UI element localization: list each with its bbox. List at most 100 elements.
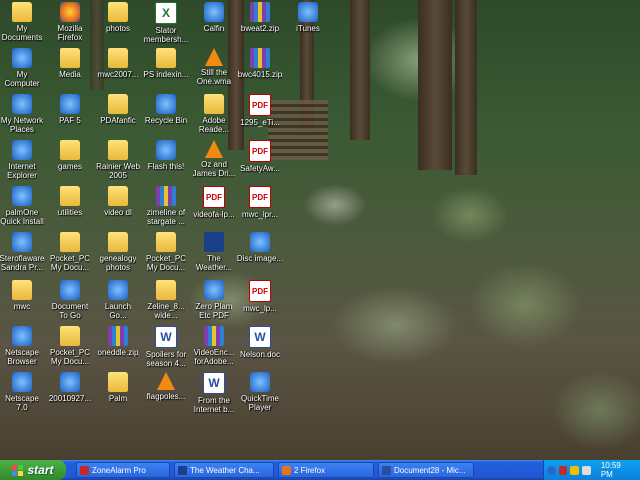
desktop-icon-label: Palm xyxy=(108,394,128,403)
folder-icon xyxy=(108,140,128,160)
zip-icon xyxy=(108,326,128,346)
google-earth-icon xyxy=(108,280,128,300)
desktop-icon-label: Internet Explorer xyxy=(7,162,37,180)
folder-icon xyxy=(108,186,128,206)
folder-icon xyxy=(204,94,224,114)
taskbar-button-label: 2 Firefox xyxy=(294,465,326,475)
tree-trunk xyxy=(418,0,452,170)
folder-icon xyxy=(108,2,128,22)
desktop-icon[interactable]: W Nelson.doc xyxy=(232,326,288,359)
pdf-icon: PDF xyxy=(249,94,271,116)
zonealarm-tray-icon[interactable] xyxy=(558,465,568,475)
desktop-icon-label: mwc_lp... xyxy=(243,304,277,313)
palmone-icon xyxy=(12,186,32,206)
taskbar-button[interactable]: ZoneAlarm Pro xyxy=(76,462,170,478)
desktop-icon-label: The Weather... xyxy=(195,254,233,272)
desktop-icon-label: From the Internet b... xyxy=(193,396,235,414)
desktop-icon-label: Oz and James Dri... xyxy=(192,160,236,178)
desktop-icon-label: zimeline of stargate ... xyxy=(146,208,186,226)
tree-trunk xyxy=(455,0,477,175)
desktop-icon-label: My Network Places xyxy=(0,116,44,134)
folder-icon xyxy=(108,232,128,252)
desktop-icon[interactable]: PDF 1295_eTi... xyxy=(232,94,288,127)
desktop-icon[interactable]: PDF SafetyAw... xyxy=(232,140,288,173)
my-computer-icon xyxy=(12,48,32,68)
folder-icon xyxy=(60,48,80,68)
taskbar-app-icon xyxy=(80,465,89,475)
desktop-icon-label: oneddle.zip xyxy=(97,348,139,357)
desktop-icon-label: PS indexin... xyxy=(143,70,189,79)
volume-tray-icon[interactable] xyxy=(582,465,591,475)
pdf-icon: PDF xyxy=(249,140,271,162)
documents-to-go-icon xyxy=(60,280,80,300)
netscape-icon xyxy=(12,372,32,392)
paf-icon xyxy=(60,94,80,114)
word-doc-icon: W xyxy=(155,326,177,348)
desktop-icon-label: bweat2.zip xyxy=(240,24,280,33)
tray-app-icon[interactable] xyxy=(570,465,580,475)
taskbar-button[interactable]: Document28 - Mic... xyxy=(378,462,474,478)
app-icon xyxy=(204,280,224,300)
desktop-icon-label: flagpoles... xyxy=(146,392,186,401)
taskbar-button[interactable]: 2 Firefox xyxy=(278,462,374,478)
desktop-icon-label: Nelson.doc xyxy=(239,350,281,359)
desktop-icon[interactable]: QuickTime Player xyxy=(232,372,288,412)
camera-icon xyxy=(60,372,80,392)
desktop-icon-label: Steroflaware Sandra Pr... xyxy=(0,254,45,272)
desktop-icon[interactable]: Disc image... xyxy=(232,232,288,263)
taskbar: start ZoneAlarm Pro The Weather Cha... 2 F… xyxy=(0,460,640,480)
sync-folder-icon xyxy=(60,232,80,252)
recycle-bin-icon xyxy=(156,94,176,114)
desktop-icon-label: SafetyAw... xyxy=(240,164,280,173)
desktop-icon-label: Pocket_PC My Docu... xyxy=(145,254,187,272)
desktop-icon-label: videofa-lp... xyxy=(193,210,235,219)
vlc-icon xyxy=(157,372,175,390)
desktop-icon-label: photos xyxy=(105,24,131,33)
start-button[interactable]: start xyxy=(0,460,66,480)
desktop-icon-label: palmOne Quick Install xyxy=(0,208,44,226)
network-tray-icon[interactable] xyxy=(546,465,556,475)
folder-icon xyxy=(108,48,128,68)
desktop-icon-label: genealogy photos xyxy=(99,254,137,272)
taskbar-button-label: The Weather Cha... xyxy=(190,465,260,475)
desktop-icon-label: Pocket_PC My Docu... xyxy=(49,254,91,272)
desktop-icon-label: Spoilers for season 4... xyxy=(145,350,187,368)
desktop-icon-label: Rainier Web 2005 xyxy=(96,162,140,180)
folder-icon xyxy=(12,280,32,300)
tree-trunk xyxy=(350,0,370,140)
windows-flag-icon xyxy=(12,464,24,476)
pdf-icon: PDF xyxy=(203,186,225,208)
sync-folder-icon xyxy=(60,326,80,346)
zip-icon xyxy=(156,186,176,206)
desktop-icon-label: Slator membersh... xyxy=(143,26,189,44)
desktop-icon[interactable]: PDF mwc_lp... xyxy=(232,280,288,313)
desktop-icon-label: Flash this! xyxy=(147,162,185,171)
weather-icon xyxy=(204,232,224,252)
desktop-icon[interactable]: PDF mwc_lpr... xyxy=(232,186,288,219)
desktop-icon-label: mwc xyxy=(13,302,31,311)
word-doc-icon: W xyxy=(249,326,271,348)
pdf-icon: PDF xyxy=(249,280,271,302)
taskbar-buttons: ZoneAlarm Pro The Weather Cha... 2 Firefox… xyxy=(72,462,474,478)
zip-icon xyxy=(250,2,270,22)
desktop-icon-label: Pocket_PC My Docu... xyxy=(49,348,91,366)
taskbar-button-label: Document28 - Mic... xyxy=(394,465,466,475)
taskbar-button[interactable]: The Weather Cha... xyxy=(174,462,274,478)
desktop-icon-label: Zeline_8... wide... xyxy=(147,302,185,320)
desktop-icon-label: iTunes xyxy=(296,24,320,33)
itunes-icon xyxy=(298,2,318,22)
desktop-icon-label: Calfin xyxy=(203,24,225,33)
word-doc-icon: W xyxy=(203,372,225,394)
desktop-icon-label: Adobe Reade... xyxy=(198,116,230,134)
excel-file-icon: X xyxy=(155,2,177,24)
app-icon xyxy=(204,2,224,22)
desktop-icon[interactable]: bwc4015.zip xyxy=(232,48,288,79)
desktop-icon-label: Disc image... xyxy=(236,254,284,263)
clock[interactable]: 10:59 PM xyxy=(601,461,634,479)
desktop-icon-label: video dl xyxy=(104,208,132,217)
desktop-icon-label: Still the One.wma xyxy=(196,68,232,86)
folder-icon xyxy=(156,48,176,68)
desktop-icon-label: Netscape Browser xyxy=(5,348,39,366)
desktop-icon[interactable]: iTunes xyxy=(280,2,336,33)
vlc-icon xyxy=(205,48,223,66)
